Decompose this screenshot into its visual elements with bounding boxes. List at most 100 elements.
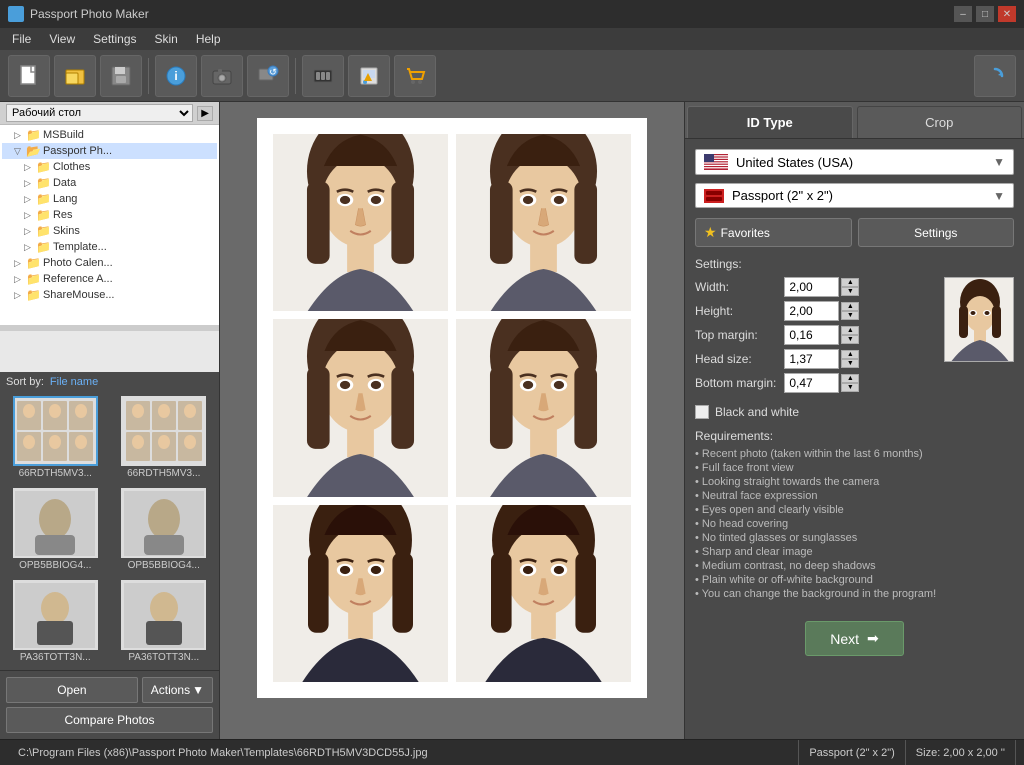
folder-nav-button[interactable]: ▶ xyxy=(197,106,213,121)
tree-item-data[interactable]: ▷ 📁 Data xyxy=(2,175,217,191)
tree-item-res[interactable]: ▷ 📁 Res xyxy=(2,207,217,223)
thumb-image-4[interactable] xyxy=(121,488,206,558)
save-button[interactable] xyxy=(100,55,142,97)
minimize-button[interactable]: – xyxy=(954,6,972,22)
head-size-down-button[interactable]: ▼ xyxy=(841,359,859,368)
height-input[interactable] xyxy=(784,301,839,321)
document-arrow-icon: ▼ xyxy=(993,189,1005,203)
tree-item-passport[interactable]: ▽ 📂 Passport Ph... xyxy=(2,143,217,159)
req-item: Recent photo (taken within the last 6 mo… xyxy=(695,447,1014,461)
film-button[interactable] xyxy=(302,55,344,97)
folder-selector[interactable]: Рабочий стол xyxy=(6,104,193,122)
height-down-button[interactable]: ▼ xyxy=(841,311,859,320)
document-selector[interactable]: Passport (2" x 2") ▼ xyxy=(695,183,1014,208)
height-field[interactable]: ▲ ▼ xyxy=(784,301,936,321)
country-name: United States (USA) xyxy=(736,155,853,170)
thumbnail-2[interactable]: 66RDTH5MV3... xyxy=(113,396,216,482)
svg-text:i: i xyxy=(174,69,177,83)
requirements-section: Requirements: Recent photo (taken within… xyxy=(695,429,1014,601)
photo-cell-3 xyxy=(273,319,448,496)
width-up-button[interactable]: ▲ xyxy=(841,278,859,287)
tree-item-clothes[interactable]: ▷ 📁 Clothes xyxy=(2,159,217,175)
compare-photos-button[interactable]: Compare Photos xyxy=(6,707,213,733)
tree-item-skins[interactable]: ▷ 📁 Skins xyxy=(2,223,217,239)
tree-item-lang[interactable]: ▷ 📁 Lang xyxy=(2,191,217,207)
top-margin-down-button[interactable]: ▼ xyxy=(841,335,859,344)
tree-item-photocal[interactable]: ▷ 📁 Photo Calen... xyxy=(2,255,217,271)
height-up-button[interactable]: ▲ xyxy=(841,302,859,311)
menu-file[interactable]: File xyxy=(4,30,39,48)
thumb-image-1[interactable] xyxy=(13,396,98,466)
thumbnail-3[interactable]: OPB5BBIOG4... xyxy=(4,488,107,574)
thumbnail-5[interactable]: PA36TOTT3N... xyxy=(4,580,107,666)
bottom-margin-field[interactable]: ▲ ▼ xyxy=(784,373,936,393)
canvas-area xyxy=(220,102,684,739)
menu-settings[interactable]: Settings xyxy=(85,30,144,48)
edit-button[interactable] xyxy=(348,55,390,97)
next-label: Next xyxy=(830,631,859,647)
bottom-margin-up-button[interactable]: ▲ xyxy=(841,374,859,383)
maximize-button[interactable]: □ xyxy=(976,6,994,22)
requirements-list: Recent photo (taken within the last 6 mo… xyxy=(695,447,1014,601)
bw-row: Black and white xyxy=(695,405,1014,419)
favorites-button[interactable]: ★ Favorites xyxy=(695,218,852,247)
open-button[interactable] xyxy=(54,55,96,97)
thumb-label-6: PA36TOTT3N... xyxy=(128,652,199,663)
tree-item-reference[interactable]: ▷ 📁 Reference A... xyxy=(2,271,217,287)
new-button[interactable] xyxy=(8,55,50,97)
photo-cell-6 xyxy=(456,505,631,682)
thumb-image-2[interactable] xyxy=(121,396,206,466)
open-button[interactable]: Open xyxy=(6,677,138,703)
head-size-input[interactable] xyxy=(784,349,839,369)
thumb-image-5[interactable] xyxy=(13,580,98,650)
close-button[interactable]: ✕ xyxy=(998,6,1016,22)
tree-item-sharemouse[interactable]: ▷ 📁 ShareMouse... xyxy=(2,287,217,303)
status-path: C:\Program Files (x86)\Passport Photo Ma… xyxy=(8,740,799,765)
width-input[interactable] xyxy=(784,277,839,297)
req-item: Full face front view xyxy=(695,461,1014,475)
next-arrow-icon: ➡ xyxy=(867,630,879,647)
width-down-button[interactable]: ▼ xyxy=(841,287,859,296)
tree-item-msbuild[interactable]: ▷ 📁 MSBuild xyxy=(2,127,217,143)
req-item: Eyes open and clearly visible xyxy=(695,503,1014,517)
sort-link[interactable]: File name xyxy=(50,376,98,388)
camera-button[interactable] xyxy=(201,55,243,97)
head-size-label: Head size: xyxy=(695,352,776,366)
bottom-margin-down-button[interactable]: ▼ xyxy=(841,383,859,392)
req-item: You can change the background in the pro… xyxy=(695,587,1014,601)
preview-thumbnail xyxy=(944,277,1014,362)
top-margin-input[interactable] xyxy=(784,325,839,345)
thumbnail-1[interactable]: 66RDTH5MV3... xyxy=(4,396,107,482)
thumb-image-3[interactable] xyxy=(13,488,98,558)
req-item: Medium contrast, no deep shadows xyxy=(695,559,1014,573)
bw-checkbox[interactable] xyxy=(695,405,709,419)
actions-button[interactable]: Actions ▼ xyxy=(142,677,213,703)
tab-id-type[interactable]: ID Type xyxy=(687,106,853,138)
thumb-image-6[interactable] xyxy=(121,580,206,650)
thumbnails-area: 66RDTH5MV3... xyxy=(0,392,219,670)
menu-skin[interactable]: Skin xyxy=(147,30,186,48)
country-selector[interactable]: United States (USA) ▼ xyxy=(695,149,1014,175)
app-title: Passport Photo Maker xyxy=(30,7,149,21)
menu-view[interactable]: View xyxy=(41,30,83,48)
tab-crop[interactable]: Crop xyxy=(857,106,1023,138)
tree-item-template[interactable]: ▷ 📁 Template... xyxy=(2,239,217,255)
thumb-label-4: OPB5BBIOG4... xyxy=(128,560,200,571)
settings-button[interactable]: Settings xyxy=(858,218,1015,247)
top-margin-up-button[interactable]: ▲ xyxy=(841,326,859,335)
menu-help[interactable]: Help xyxy=(188,30,229,48)
thumbnail-4[interactable]: OPB5BBIOG4... xyxy=(113,488,216,574)
rotate-button[interactable]: ↺ xyxy=(247,55,289,97)
cart-button[interactable] xyxy=(394,55,436,97)
import-button[interactable]: i xyxy=(155,55,197,97)
top-margin-field[interactable]: ▲ ▼ xyxy=(784,325,936,345)
head-size-up-button[interactable]: ▲ xyxy=(841,350,859,359)
refresh-button[interactable] xyxy=(974,55,1016,97)
bottom-margin-input[interactable] xyxy=(784,373,839,393)
tab-bar: ID Type Crop xyxy=(685,102,1024,139)
next-button[interactable]: Next ➡ xyxy=(805,621,904,656)
thumbnail-6[interactable]: PA36TOTT3N... xyxy=(113,580,216,666)
width-field[interactable]: ▲ ▼ xyxy=(784,277,936,297)
head-size-field[interactable]: ▲ ▼ xyxy=(784,349,936,369)
svg-text:↺: ↺ xyxy=(269,67,277,77)
